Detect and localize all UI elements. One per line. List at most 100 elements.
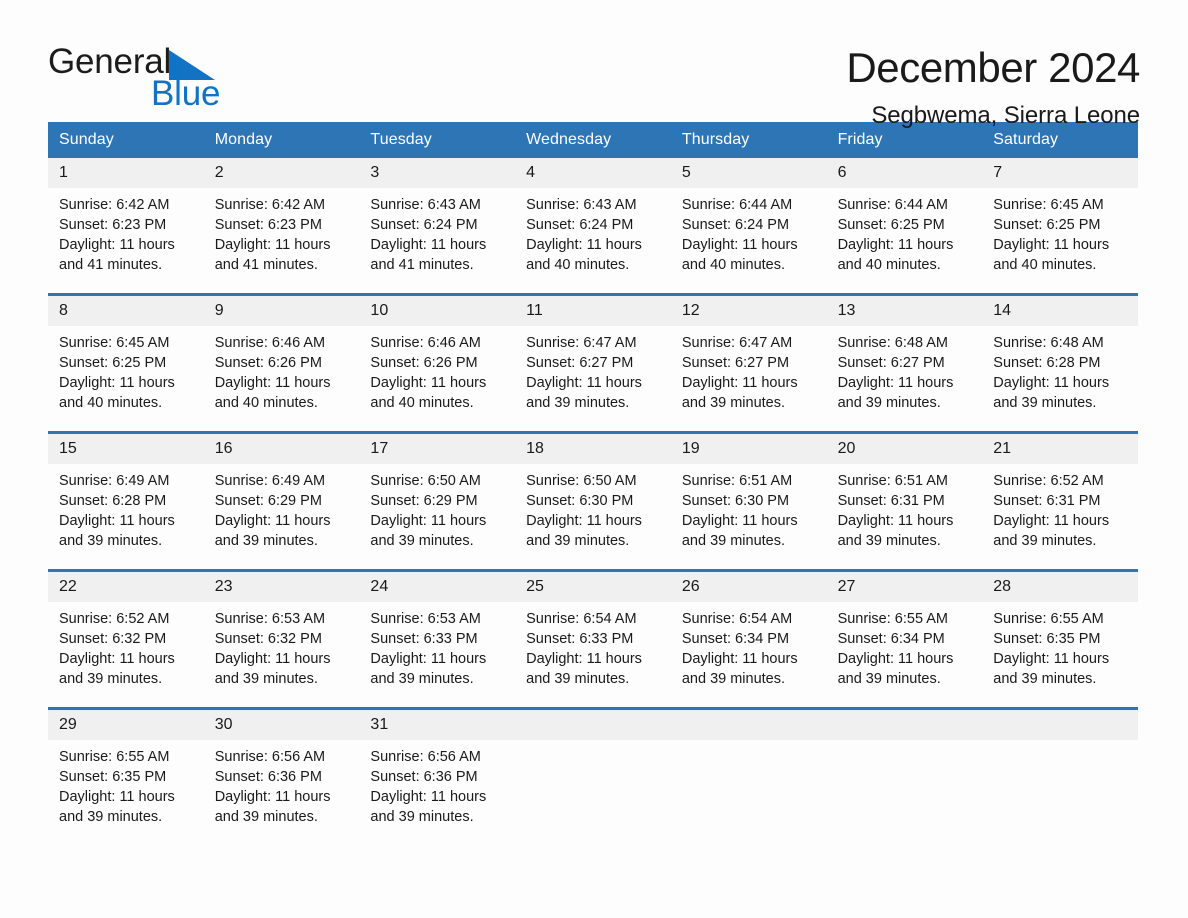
day-cell-empty <box>670 710 827 827</box>
day-cell[interactable]: 30 Sunrise: 6:56 AM Sunset: 6:36 PM Dayl… <box>203 710 360 827</box>
day-cell[interactable]: 27 Sunrise: 6:55 AM Sunset: 6:34 PM Dayl… <box>826 572 983 698</box>
day-cell[interactable]: 25 Sunrise: 6:54 AM Sunset: 6:33 PM Dayl… <box>515 572 671 698</box>
day-number: 7 <box>982 158 1138 188</box>
daylight-text: Daylight: 11 hours and 40 minutes. <box>370 375 487 411</box>
day-details: Sunrise: 6:44 AM Sunset: 6:24 PM Dayligh… <box>671 188 827 275</box>
day-cell[interactable]: 28 Sunrise: 6:55 AM Sunset: 6:35 PM Dayl… <box>982 572 1138 698</box>
day-number: 9 <box>203 296 360 326</box>
daylight-text: Daylight: 11 hours and 39 minutes. <box>526 651 642 687</box>
day-cell[interactable]: 23 Sunrise: 6:53 AM Sunset: 6:32 PM Dayl… <box>203 572 360 698</box>
sunrise-text: Sunrise: 6:48 AM <box>993 335 1104 351</box>
day-cell[interactable]: 11 Sunrise: 6:47 AM Sunset: 6:27 PM Dayl… <box>515 296 671 422</box>
day-cell[interactable]: 26 Sunrise: 6:54 AM Sunset: 6:34 PM Dayl… <box>670 572 827 698</box>
day-details: Sunrise: 6:47 AM Sunset: 6:27 PM Dayligh… <box>671 326 827 413</box>
daylight-text: Daylight: 11 hours and 39 minutes. <box>214 789 331 825</box>
day-cell[interactable]: 5 Sunrise: 6:44 AM Sunset: 6:24 PM Dayli… <box>670 158 827 284</box>
day-cell[interactable]: 16 Sunrise: 6:49 AM Sunset: 6:29 PM Dayl… <box>203 434 360 560</box>
day-details: Sunrise: 6:49 AM Sunset: 6:28 PM Dayligh… <box>48 464 204 551</box>
sunrise-text: Sunrise: 6:44 AM <box>837 197 948 213</box>
day-number: 15 <box>48 434 204 464</box>
day-number: 10 <box>359 296 516 326</box>
day-details: Sunrise: 6:42 AM Sunset: 6:23 PM Dayligh… <box>204 188 360 275</box>
sunset-text: Sunset: 6:25 PM <box>837 217 945 233</box>
sunset-text: Sunset: 6:35 PM <box>993 631 1101 647</box>
day-number: 11 <box>515 296 671 326</box>
sunrise-text: Sunrise: 6:52 AM <box>993 473 1104 489</box>
day-details: Sunrise: 6:54 AM Sunset: 6:33 PM Dayligh… <box>515 602 671 689</box>
day-cell[interactable]: 7 Sunrise: 6:45 AM Sunset: 6:25 PM Dayli… <box>982 158 1138 284</box>
sunset-text: Sunset: 6:35 PM <box>59 769 167 785</box>
day-number: 6 <box>826 158 983 188</box>
day-cell[interactable]: 3 Sunrise: 6:43 AM Sunset: 6:24 PM Dayli… <box>359 158 516 284</box>
sunrise-text: Sunrise: 6:49 AM <box>214 473 326 489</box>
sunset-text: Sunset: 6:27 PM <box>681 355 790 371</box>
sunset-text: Sunset: 6:34 PM <box>837 631 945 647</box>
day-number: 16 <box>203 434 360 464</box>
sunrise-text: Sunrise: 6:55 AM <box>59 749 170 765</box>
day-cell[interactable]: 6 Sunrise: 6:44 AM Sunset: 6:25 PM Dayli… <box>826 158 983 284</box>
weekday-header-tuesday: Tuesday <box>370 131 432 148</box>
day-details: Sunrise: 6:55 AM Sunset: 6:35 PM Dayligh… <box>48 740 204 827</box>
sunset-text: Sunset: 6:30 PM <box>526 493 634 509</box>
day-cell[interactable]: 29 Sunrise: 6:55 AM Sunset: 6:35 PM Dayl… <box>48 710 204 827</box>
day-number: 17 <box>359 434 516 464</box>
generalblue-logo[interactable]: General Blue <box>48 44 308 114</box>
day-cell[interactable]: 15 Sunrise: 6:49 AM Sunset: 6:28 PM Dayl… <box>48 434 204 560</box>
day-number: 5 <box>670 158 827 188</box>
daylight-text: Daylight: 11 hours and 39 minutes. <box>59 789 175 825</box>
day-cell[interactable]: 31 Sunrise: 6:56 AM Sunset: 6:36 PM Dayl… <box>359 710 516 827</box>
day-details: Sunrise: 6:51 AM Sunset: 6:30 PM Dayligh… <box>671 464 827 551</box>
day-number: 4 <box>515 158 671 188</box>
sunset-text: Sunset: 6:24 PM <box>681 217 790 233</box>
day-details: Sunrise: 6:48 AM Sunset: 6:28 PM Dayligh… <box>982 326 1138 413</box>
day-number: 31 <box>359 710 516 740</box>
day-cell[interactable]: 8 Sunrise: 6:45 AM Sunset: 6:25 PM Dayli… <box>48 296 204 422</box>
day-details: Sunrise: 6:47 AM Sunset: 6:27 PM Dayligh… <box>515 326 671 413</box>
sunrise-text: Sunrise: 6:42 AM <box>214 197 326 213</box>
day-number: 13 <box>826 296 983 326</box>
day-cell[interactable]: 9 Sunrise: 6:46 AM Sunset: 6:26 PM Dayli… <box>203 296 360 422</box>
sunset-text: Sunset: 6:25 PM <box>993 217 1101 233</box>
sunset-text: Sunset: 6:24 PM <box>526 217 634 233</box>
day-details: Sunrise: 6:46 AM Sunset: 6:26 PM Dayligh… <box>359 326 515 413</box>
day-details: Sunrise: 6:52 AM Sunset: 6:32 PM Dayligh… <box>48 602 204 689</box>
day-cell[interactable]: 4 Sunrise: 6:43 AM Sunset: 6:24 PM Dayli… <box>515 158 671 284</box>
day-number <box>515 710 671 740</box>
sunrise-text: Sunrise: 6:52 AM <box>59 611 170 627</box>
day-number: 1 <box>48 158 204 188</box>
day-cell[interactable]: 1 Sunrise: 6:42 AM Sunset: 6:23 PM Dayli… <box>48 158 204 284</box>
daylight-text: Daylight: 11 hours and 39 minutes. <box>837 651 954 687</box>
sunrise-text: Sunrise: 6:54 AM <box>526 611 637 627</box>
daylight-text: Daylight: 11 hours and 40 minutes. <box>214 375 331 411</box>
day-cell[interactable]: 19 Sunrise: 6:51 AM Sunset: 6:30 PM Dayl… <box>670 434 827 560</box>
day-number: 29 <box>48 710 204 740</box>
day-details: Sunrise: 6:45 AM Sunset: 6:25 PM Dayligh… <box>982 188 1138 275</box>
day-cell[interactable]: 14 Sunrise: 6:48 AM Sunset: 6:28 PM Dayl… <box>982 296 1138 422</box>
daylight-text: Daylight: 11 hours and 39 minutes. <box>837 513 954 549</box>
sunrise-text: Sunrise: 6:44 AM <box>681 197 793 213</box>
day-cell[interactable]: 12 Sunrise: 6:47 AM Sunset: 6:27 PM Dayl… <box>670 296 827 422</box>
day-cell[interactable]: 10 Sunrise: 6:46 AM Sunset: 6:26 PM Dayl… <box>359 296 516 422</box>
day-number <box>670 710 827 740</box>
sunset-text: Sunset: 6:29 PM <box>214 493 322 509</box>
day-cell[interactable]: 17 Sunrise: 6:50 AM Sunset: 6:29 PM Dayl… <box>359 434 516 560</box>
day-details: Sunrise: 6:49 AM Sunset: 6:29 PM Dayligh… <box>204 464 360 551</box>
calendar-grid: Sunday Monday Tuesday Wednesday Thursday… <box>48 122 1138 827</box>
page-header: General Blue December 2024 Segbwema, Sie… <box>48 0 1140 129</box>
day-cell[interactable]: 18 Sunrise: 6:50 AM Sunset: 6:30 PM Dayl… <box>515 434 671 560</box>
day-cell[interactable]: 2 Sunrise: 6:42 AM Sunset: 6:23 PM Dayli… <box>203 158 360 284</box>
day-cell[interactable]: 20 Sunrise: 6:51 AM Sunset: 6:31 PM Dayl… <box>826 434 983 560</box>
sunset-text: Sunset: 6:33 PM <box>370 631 478 647</box>
sunrise-text: Sunrise: 6:53 AM <box>214 611 326 627</box>
sunrise-text: Sunrise: 6:51 AM <box>837 473 948 489</box>
day-cell[interactable]: 13 Sunrise: 6:48 AM Sunset: 6:27 PM Dayl… <box>826 296 983 422</box>
sunrise-text: Sunrise: 6:47 AM <box>681 335 793 351</box>
day-cell[interactable]: 21 Sunrise: 6:52 AM Sunset: 6:31 PM Dayl… <box>982 434 1138 560</box>
day-cell[interactable]: 22 Sunrise: 6:52 AM Sunset: 6:32 PM Dayl… <box>48 572 204 698</box>
daylight-text: Daylight: 11 hours and 39 minutes. <box>681 651 798 687</box>
day-details: Sunrise: 6:44 AM Sunset: 6:25 PM Dayligh… <box>827 188 983 275</box>
daylight-text: Daylight: 11 hours and 39 minutes. <box>837 375 954 411</box>
daylight-text: Daylight: 11 hours and 39 minutes. <box>681 513 798 549</box>
daylight-text: Daylight: 11 hours and 40 minutes. <box>526 237 642 273</box>
day-cell[interactable]: 24 Sunrise: 6:53 AM Sunset: 6:33 PM Dayl… <box>359 572 516 698</box>
